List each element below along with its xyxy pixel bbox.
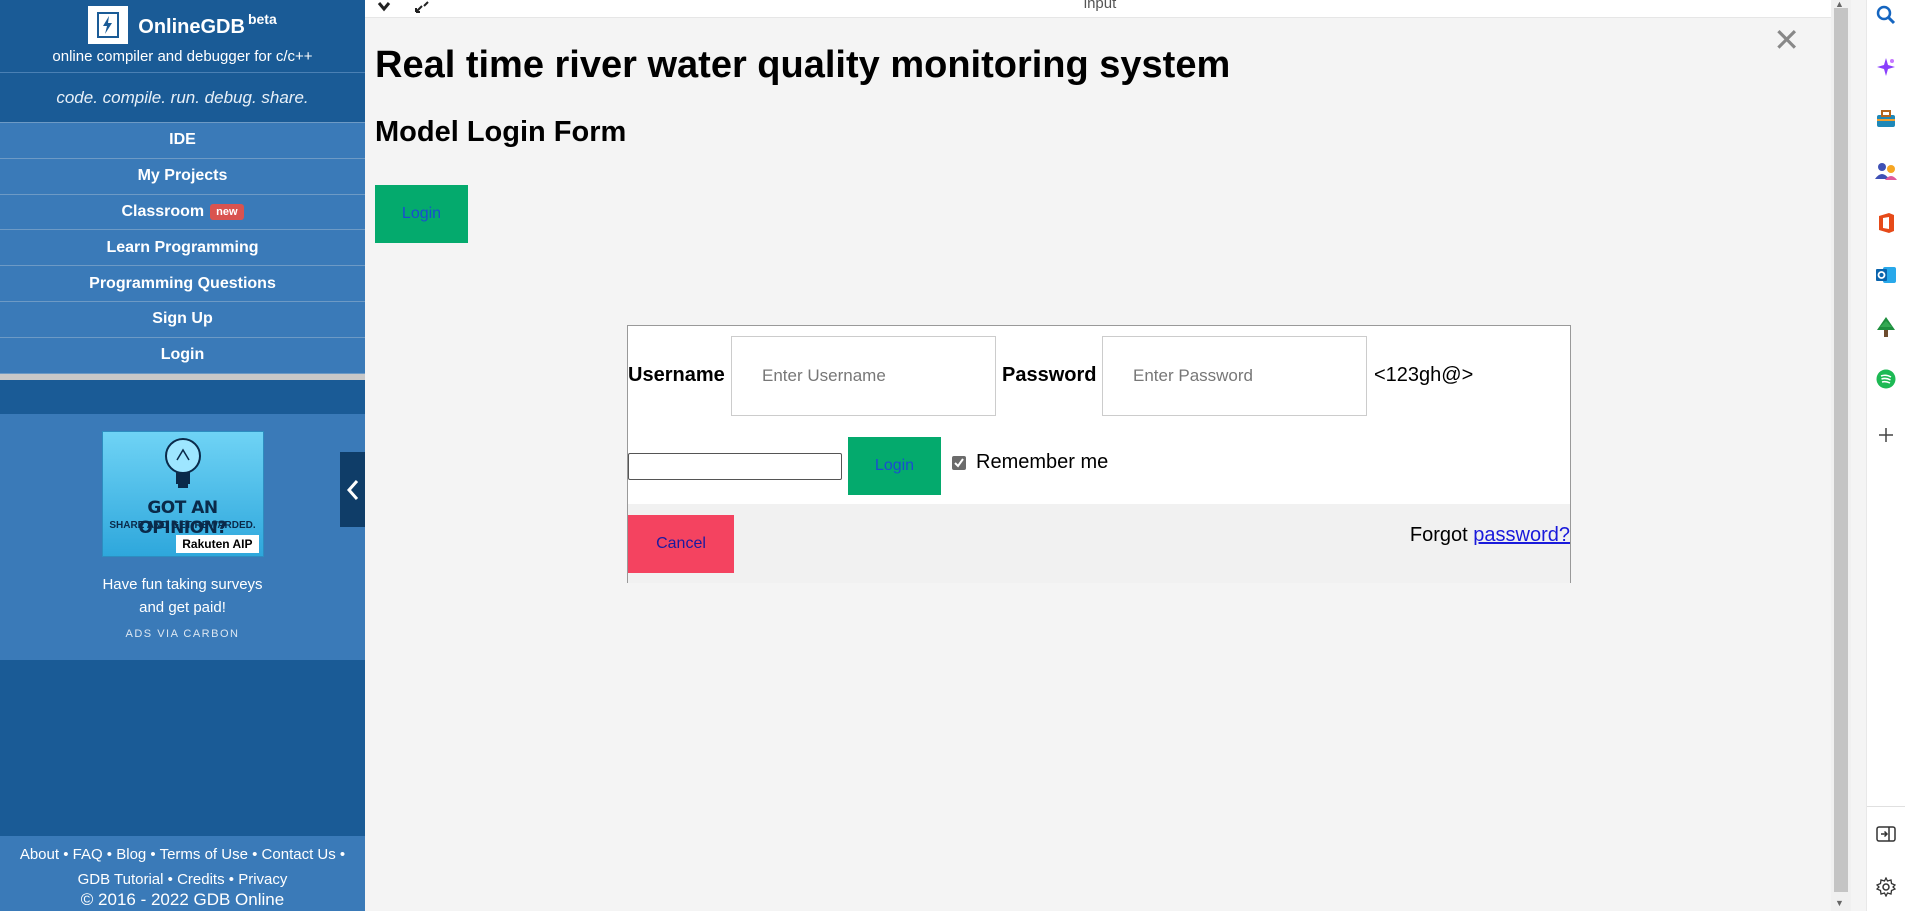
footer-link-gdb-tutorial[interactable]: GDB Tutorial (78, 871, 164, 888)
nav-gap (0, 379, 365, 414)
search-icon[interactable] (1875, 4, 1897, 26)
form-title: Model Login Form (375, 116, 627, 148)
footer-link-contact[interactable]: Contact Us (262, 846, 336, 863)
settings-icon[interactable] (1875, 876, 1897, 898)
toolbox-icon[interactable] (1875, 108, 1897, 130)
ad-brand-logo: Rakuten AIP (176, 534, 259, 553)
office-icon[interactable] (1875, 212, 1897, 234)
password-hint: <123gh@> (1374, 364, 1474, 386)
browser-sidebar (1866, 0, 1905, 911)
tagline: code. compile. run. debug. share. (0, 72, 365, 122)
password-input[interactable] (1102, 336, 1367, 416)
panel-title: input (1083, 0, 1117, 12)
scroll-up-arrow-icon[interactable]: ▲ (1835, 0, 1844, 9)
brand-subtitle: online compiler and debugger for c/c++ (52, 48, 313, 65)
forgot-password: Forgot password? (1410, 524, 1570, 547)
ad-text-line-1: Have fun taking surveys (102, 575, 263, 593)
tree-icon[interactable] (1875, 316, 1897, 338)
footer-link-faq[interactable]: FAQ (73, 846, 103, 863)
new-badge: new (210, 203, 244, 220)
lightning-logo-icon (88, 6, 129, 44)
ad-subline: SHARE AND GET REWARDED. (109, 519, 256, 531)
footer-link-credits[interactable]: Credits (177, 871, 225, 888)
collapse-sidebar-button[interactable] (340, 452, 365, 527)
panel-topbar: input (365, 0, 1835, 18)
footer-link-about[interactable]: About (20, 846, 59, 863)
remember-me[interactable]: Remember me (952, 451, 1108, 474)
nav-item-learn-programming[interactable]: Learn Programming (0, 230, 365, 267)
ad-headline: GOT AN OPINION? (138, 497, 227, 538)
brand-tag: beta (247, 11, 277, 27)
carbon-ad[interactable]: GOT AN OPINION? SHARE AND GET REWARDED. … (0, 413, 365, 660)
page-title: Real time river water quality monitoring… (375, 44, 1231, 86)
people-icon[interactable] (1875, 160, 1897, 182)
nav-item-sign-up[interactable]: Sign Up (0, 301, 365, 338)
outlook-icon[interactable] (1875, 264, 1897, 286)
output-panel: input ✕ Real time river water quality mo… (365, 0, 1851, 911)
login-modal: Username Password <123gh@> Login Remembe… (627, 325, 1571, 583)
open-login-button[interactable]: Login (375, 185, 468, 243)
password-label: Password (1002, 364, 1097, 386)
add-icon[interactable] (1875, 424, 1897, 446)
extra-input[interactable] (628, 453, 842, 480)
nav-item-my-projects[interactable]: My Projects (0, 158, 365, 195)
footer-link-blog[interactable]: Blog (116, 846, 146, 863)
cancel-button[interactable]: Cancel (628, 515, 734, 573)
ad-text-line-2: and get paid! (139, 598, 226, 616)
nav-item-ide[interactable]: IDE (0, 123, 365, 159)
brand-name: OnlineGDB beta (138, 11, 277, 38)
remember-me-label: Remember me (976, 451, 1109, 473)
footer-links: About • FAQ • Blog • Terms of Use • Cont… (19, 846, 346, 888)
forgot-text: Forgot (1409, 524, 1468, 546)
lightbulb-icon (164, 437, 201, 488)
close-icon[interactable]: ✕ (1773, 24, 1800, 56)
username-label: Username (628, 364, 725, 386)
ad-text[interactable]: Have fun taking surveys and get paid! (0, 573, 365, 619)
nav-item-login[interactable]: Login (0, 337, 365, 374)
sidebar: OnlineGDB beta online compiler and debugg… (0, 0, 365, 911)
login-submit-button[interactable]: Login (848, 437, 941, 495)
remember-me-checkbox[interactable] (952, 455, 966, 470)
modal-footer: Cancel Forgot password? (628, 504, 1570, 583)
scroll-down-arrow-icon[interactable]: ▼ (1835, 898, 1844, 908)
copyright: © 2016 - 2022 GDB Online (80, 890, 285, 909)
brand[interactable]: OnlineGDB beta online compiler and debugg… (0, 0, 365, 72)
scrollbar-thumb[interactable] (1834, 8, 1848, 892)
copilot-icon[interactable] (1875, 56, 1897, 78)
sidebar-nav: IDE My Projects Classroom new Learn Progr… (0, 122, 365, 374)
footer-link-privacy[interactable]: Privacy (238, 871, 287, 888)
nav-item-classroom[interactable]: Classroom new (0, 194, 365, 231)
sidebar-footer: About • FAQ • Blog • Terms of Use • Cont… (0, 836, 365, 911)
ad-image[interactable]: GOT AN OPINION? SHARE AND GET REWARDED. … (101, 430, 264, 557)
ads-via-carbon[interactable]: ADS VIA CARBON (0, 628, 365, 640)
chevron-left-icon (346, 479, 358, 500)
edgebar-divider (1867, 806, 1905, 807)
split-screen-icon[interactable] (1875, 823, 1897, 845)
footer-link-terms[interactable]: Terms of Use (160, 846, 248, 863)
credentials-row: Username Password <123gh@> (628, 336, 1570, 416)
nav-item-programming-questions[interactable]: Programming Questions (0, 266, 365, 302)
forgot-password-link[interactable]: password? (1473, 524, 1570, 546)
spotify-icon[interactable] (1875, 368, 1897, 390)
checkmark-icon (954, 457, 964, 468)
username-input[interactable] (731, 336, 996, 416)
